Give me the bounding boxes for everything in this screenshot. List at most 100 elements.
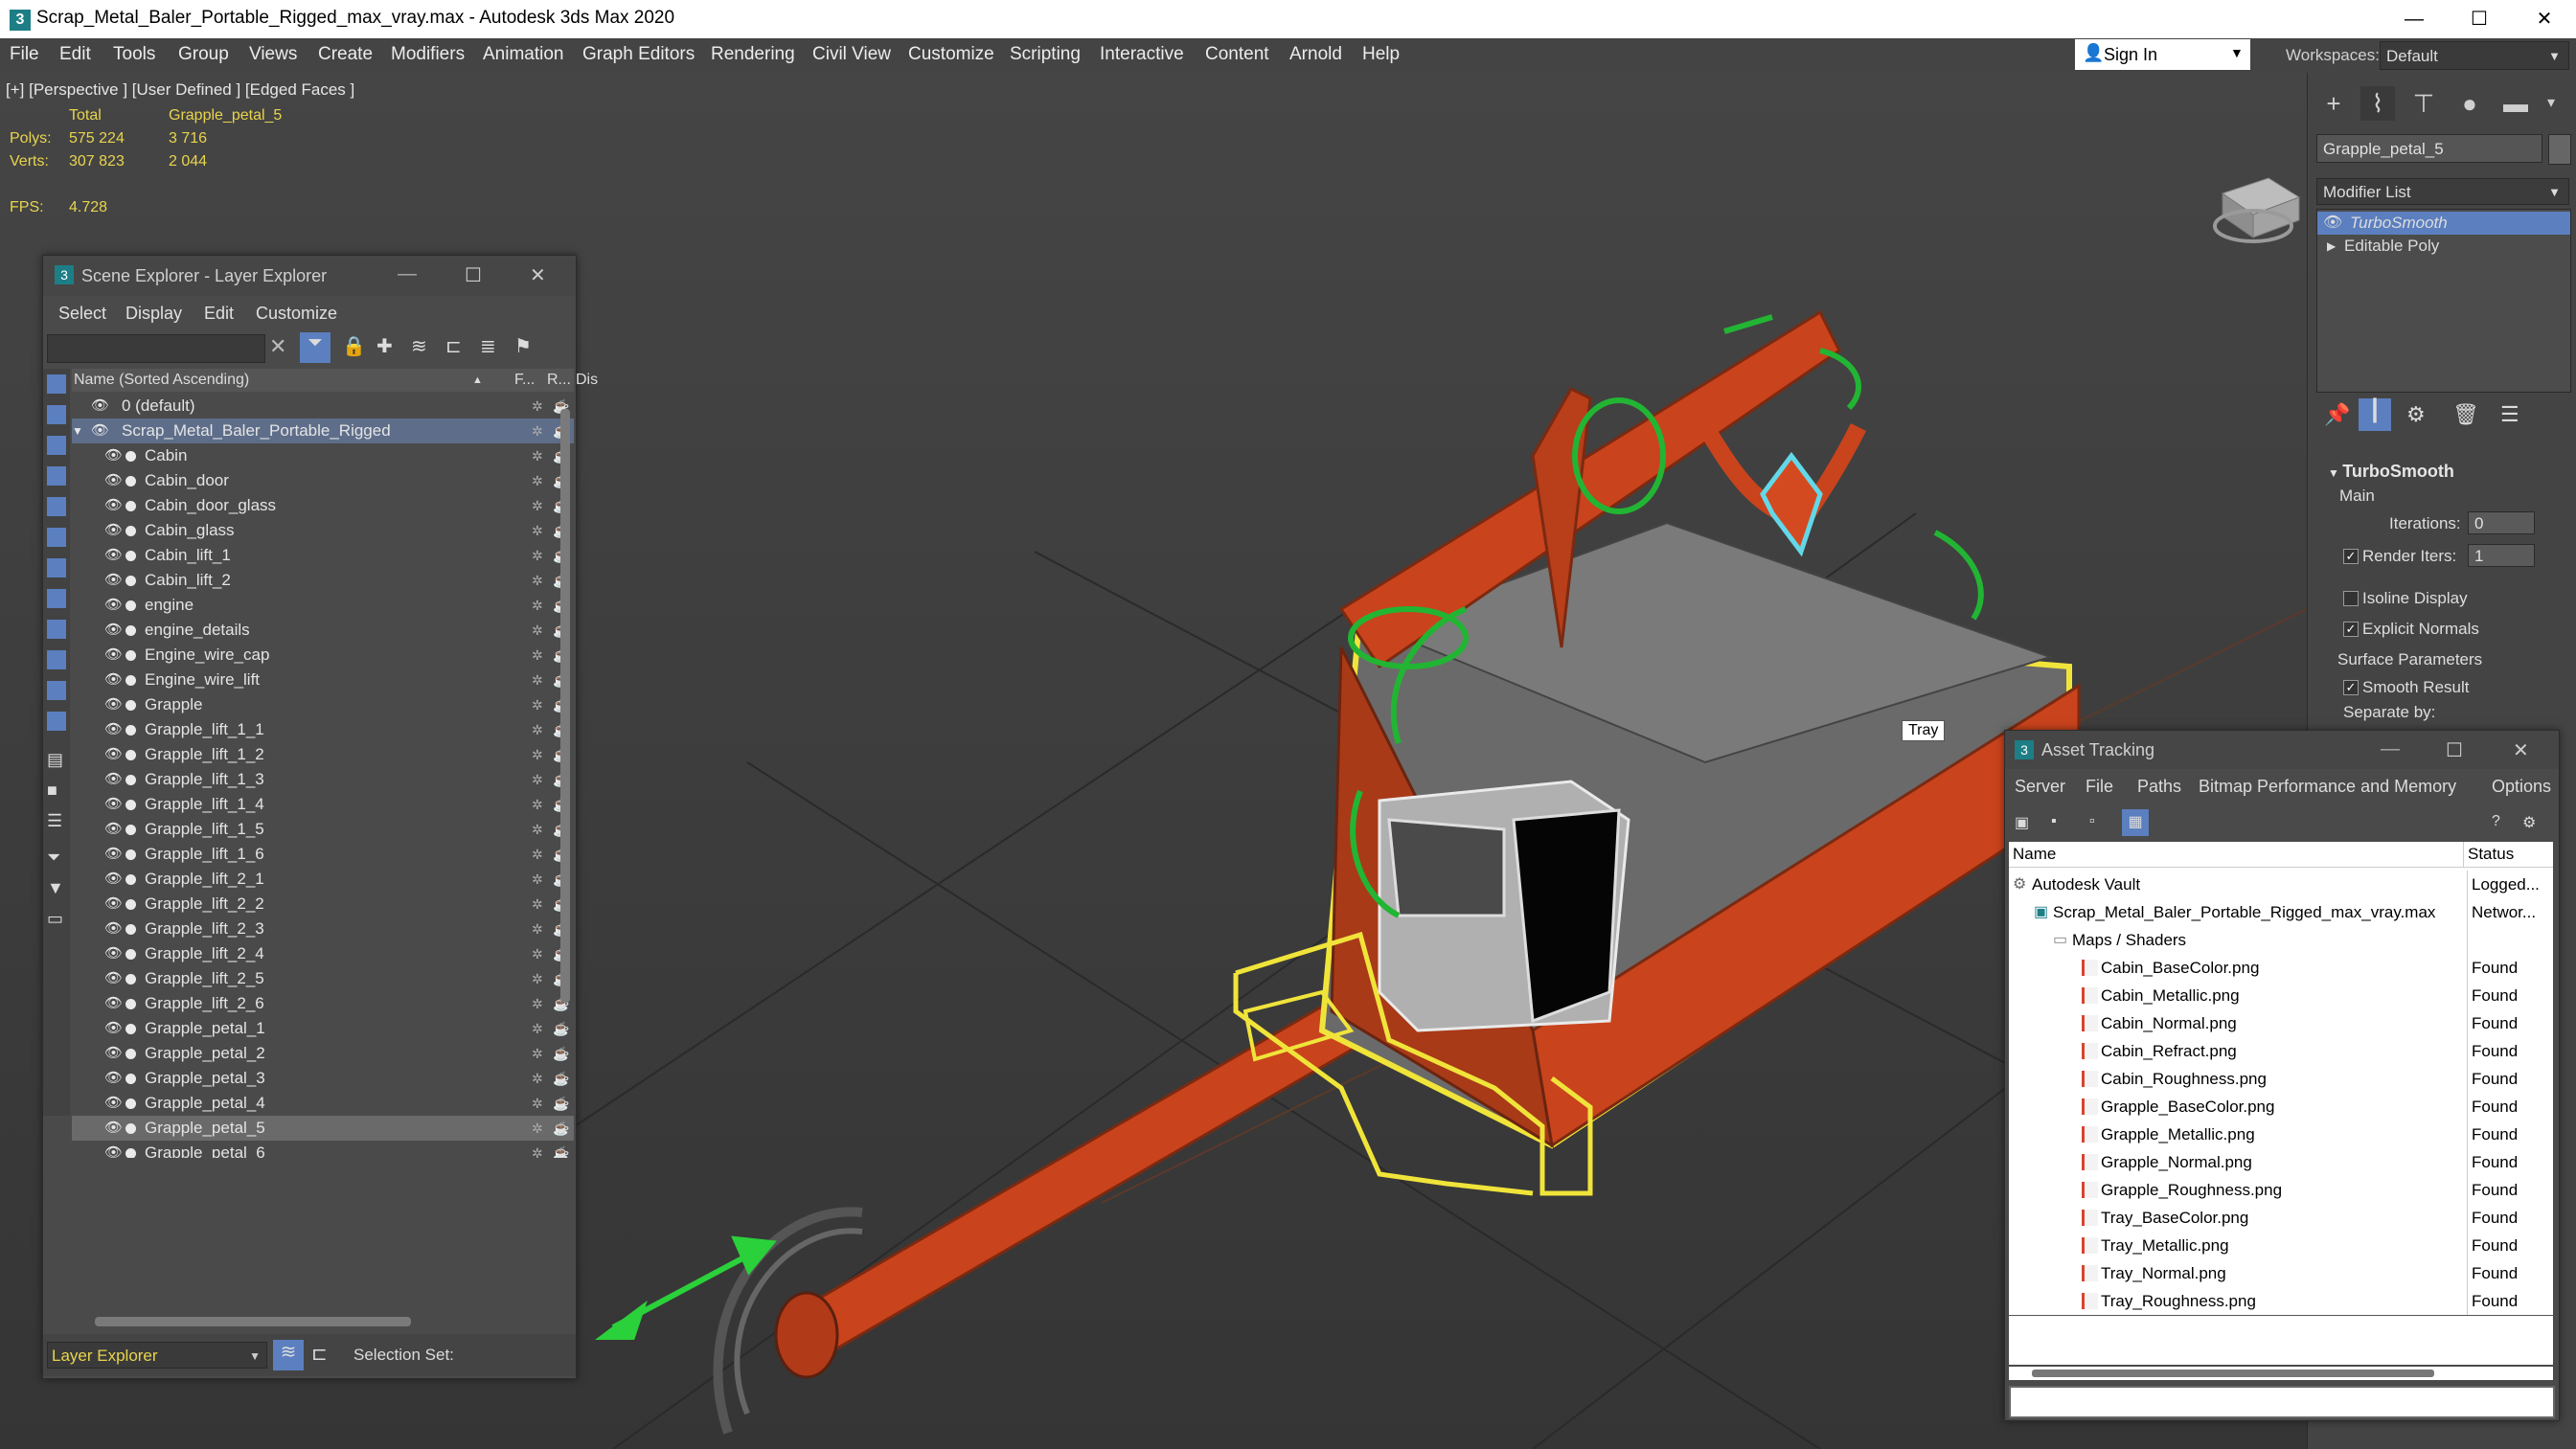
freeze-icon[interactable]: ✲ — [532, 593, 543, 618]
menu-animation[interactable]: Animation — [483, 44, 564, 65]
object-row[interactable]: 👁Grapple_lift_2_1✲☕ — [72, 867, 574, 892]
asset-row[interactable]: Grapple_Metallic.png Found — [2009, 1121, 2553, 1149]
freeze-icon[interactable]: ✲ — [532, 443, 543, 468]
freeze-icon[interactable]: ✲ — [532, 1016, 543, 1041]
checkin-icon[interactable]: ▫ — [2089, 813, 2095, 830]
object-row[interactable]: 👁Grapple_lift_1_4✲☕ — [72, 792, 574, 817]
freeze-icon[interactable]: ✲ — [532, 917, 543, 941]
create-tab-plus-icon[interactable]: + — [2316, 86, 2351, 121]
freeze-icon[interactable]: ✲ — [532, 1116, 543, 1141]
stack-layers-icon[interactable]: ≣ — [480, 334, 496, 358]
isoline-display-checkbox[interactable] — [2343, 591, 2359, 606]
freeze-icon[interactable]: ✲ — [532, 966, 543, 991]
eye-icon[interactable]: 👁 — [104, 742, 123, 767]
hierarchy-icon[interactable]: ⊏ — [445, 334, 462, 358]
freeze-icon[interactable]: ✲ — [532, 767, 543, 792]
object-row[interactable]: 👁Cabin_door_glass✲☕ — [72, 493, 574, 518]
expand-arrow-icon[interactable]: ▶ — [2327, 235, 2336, 258]
freeze-icon[interactable]: ✲ — [532, 1066, 543, 1091]
render-icon[interactable]: ☕ — [553, 1016, 569, 1041]
eye-icon[interactable]: 👁 — [104, 1091, 123, 1116]
minimize-button[interactable]: — — [398, 263, 417, 285]
freeze-icon[interactable]: ✲ — [532, 394, 543, 419]
eye-icon[interactable]: 👁 — [104, 842, 123, 867]
at-menu-file[interactable]: File — [2086, 777, 2113, 797]
maximize-button[interactable]: ☐ — [2451, 2, 2508, 36]
object-row[interactable]: 👁Engine_wire_lift✲☕ — [72, 668, 574, 692]
render-icon[interactable]: ☕ — [553, 1066, 569, 1091]
eye-icon[interactable]: 👁 — [104, 817, 123, 842]
find-input[interactable] — [47, 334, 265, 363]
close-button[interactable]: ✕ — [2513, 738, 2529, 762]
freeze-icon[interactable]: ✲ — [532, 1041, 543, 1066]
freeze-icon[interactable]: ✲ — [532, 668, 543, 692]
eye-icon[interactable]: 👁 — [104, 792, 123, 817]
object-row[interactable]: 👁Grapple_lift_2_5✲☕ — [72, 966, 574, 991]
eye-icon[interactable]: 👁 — [104, 518, 123, 543]
object-row[interactable]: 👁Grapple_lift_2_3✲☕ — [72, 917, 574, 941]
asset-row[interactable]: Cabin_BaseColor.png Found — [2009, 954, 2553, 983]
close-button[interactable]: ✕ — [2516, 2, 2573, 36]
object-row[interactable]: 👁Grapple_lift_2_4✲☕ — [72, 941, 574, 966]
minimize-button[interactable]: — — [2381, 738, 2400, 760]
motion-tab-icon[interactable]: ● — [2452, 86, 2487, 121]
menu-content[interactable]: Content — [1205, 44, 1269, 65]
eye-icon[interactable]: 👁 — [104, 668, 123, 692]
asset-row[interactable]: Cabin_Roughness.png Found — [2009, 1065, 2553, 1094]
column-name[interactable]: Name (Sorted Ascending) — [74, 369, 249, 392]
se-menu-edit[interactable]: Edit — [204, 304, 234, 324]
freeze-icon[interactable]: ✲ — [532, 941, 543, 966]
object-row[interactable]: 👁 Grapple_petal_2 ✲ ☕ — [72, 1041, 574, 1066]
eye-icon[interactable]: 👁 — [104, 892, 123, 917]
viewport-label-menu[interactable]: [+] [Perspective ] [User Defined ] [Edge… — [6, 80, 354, 100]
asset-row[interactable]: Cabin_Normal.png Found — [2009, 1009, 2553, 1038]
eye-icon[interactable]: 👁 — [104, 618, 123, 643]
object-row[interactable]: 👁 Grapple_petal_3 ✲ ☕ — [72, 1066, 574, 1091]
object-row[interactable]: 👁Grapple✲☕ — [72, 692, 574, 717]
eye-icon[interactable]: 👁 — [104, 1016, 123, 1041]
se-menu-display[interactable]: Display — [125, 304, 182, 324]
stack-item-turbosmooth[interactable]: 👁 TurboSmooth — [2317, 212, 2570, 235]
freeze-icon[interactable]: ✲ — [532, 717, 543, 742]
eye-icon[interactable]: 👁 — [104, 1041, 123, 1066]
freeze-icon[interactable]: ✲ — [532, 742, 543, 767]
asset-row[interactable]: Grapple_BaseColor.png Found — [2009, 1093, 2553, 1121]
eye-icon[interactable]: 👁 — [104, 917, 123, 941]
asset-path-field[interactable] — [2009, 1386, 2555, 1418]
freeze-icon[interactable]: ✲ — [532, 543, 543, 568]
freeze-icon[interactable]: ✲ — [532, 817, 543, 842]
asset-row[interactable]: Tray_Roughness.png Found — [2009, 1287, 2553, 1316]
freeze-icon[interactable]: ✲ — [532, 468, 543, 493]
freeze-icon[interactable]: ✲ — [532, 842, 543, 867]
iterations-spinner[interactable]: 0 — [2468, 511, 2535, 534]
eye-icon[interactable]: 👁 — [104, 966, 123, 991]
object-row[interactable]: 👁engine✲☕ — [72, 593, 574, 618]
column-display[interactable]: Dis — [576, 369, 598, 392]
column-name[interactable]: Name — [2013, 842, 2056, 867]
column-frozen[interactable]: F... — [514, 369, 535, 392]
explicit-normals-checkbox[interactable]: ✓ — [2343, 622, 2359, 637]
object-row[interactable]: 👁Grapple_lift_1_5✲☕ — [72, 817, 574, 842]
menu-tools[interactable]: Tools — [113, 44, 155, 65]
asset-row[interactable]: Cabin_Refract.png Found — [2009, 1037, 2553, 1066]
object-row[interactable]: 👁 Grapple_petal_4 ✲ ☕ — [72, 1091, 574, 1116]
object-row[interactable]: 👁Grapple_lift_1_6✲☕ — [72, 842, 574, 867]
freeze-icon[interactable]: ✲ — [532, 643, 543, 668]
eye-icon[interactable]: 👁 — [104, 468, 123, 493]
object-row[interactable]: 👁Engine_wire_cap✲☕ — [72, 643, 574, 668]
menu-group[interactable]: Group — [178, 44, 229, 65]
checkout-icon[interactable]: ▪ — [2051, 813, 2057, 830]
freeze-icon[interactable]: ✲ — [532, 1141, 543, 1158]
eye-icon[interactable]: 👁 — [104, 941, 123, 966]
render-iters-spinner[interactable]: 1 — [2468, 544, 2535, 567]
object-row[interactable]: 👁 Grapple_lift_2_6 ✲ ☕ — [72, 991, 574, 1016]
maximize-button[interactable]: ☐ — [2446, 738, 2463, 762]
object-row[interactable]: 👁Cabin_lift_1✲☕ — [72, 543, 574, 568]
freeze-icon[interactable]: ✲ — [532, 493, 543, 518]
modifier-list-dropdown[interactable]: Modifier List ▼ — [2316, 178, 2569, 205]
menu-help[interactable]: Help — [1362, 44, 1400, 65]
layers-mode-icon[interactable]: ≋ — [273, 1340, 304, 1370]
help-icon[interactable]: ? — [2492, 813, 2500, 830]
layers-icon[interactable]: ≋ — [411, 334, 427, 358]
freeze-icon[interactable]: ✲ — [532, 568, 543, 593]
